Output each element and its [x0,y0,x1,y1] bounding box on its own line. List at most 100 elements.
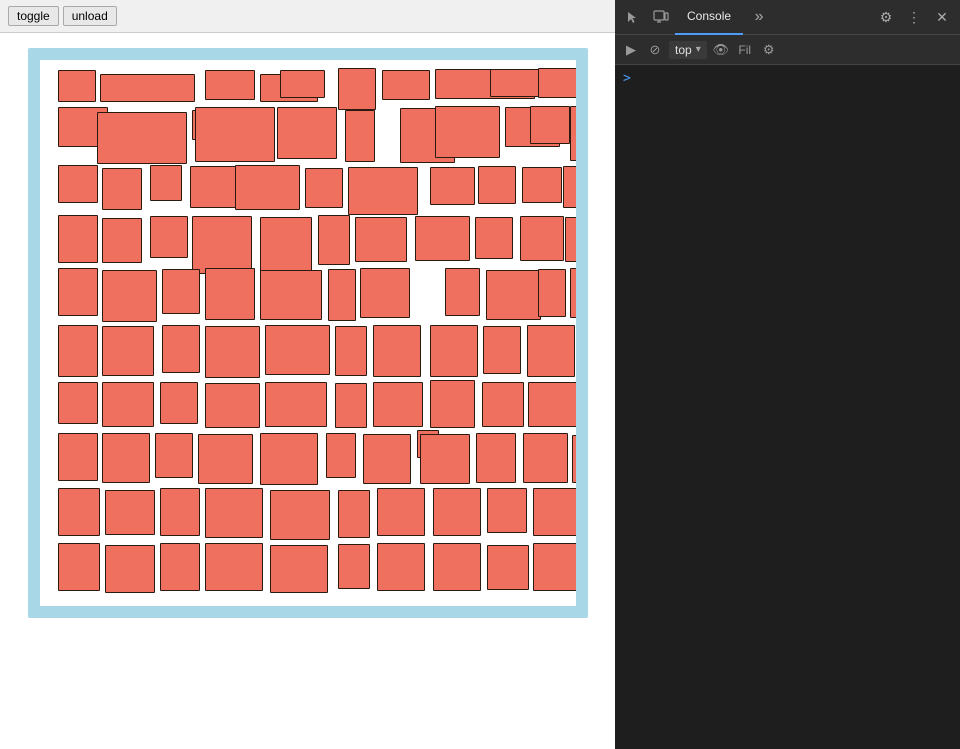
canvas-rect [58,165,98,203]
canvas-rect [487,488,527,533]
canvas-rect [538,68,576,98]
canvas-rect [260,433,318,485]
canvas-rect [533,488,576,536]
canvas-rect [265,382,327,427]
canvas-rect [570,268,576,318]
canvas-rect [476,433,516,483]
canvas-rect [205,70,255,100]
canvas-rect [572,435,576,483]
canvas-rect [382,70,430,100]
toggle-button[interactable]: toggle [8,6,59,26]
canvas-rect [160,382,198,424]
canvas-rect [195,107,275,162]
canvas-rect [430,380,475,428]
canvas-rect [487,545,529,590]
canvas-area [0,33,615,638]
canvas-rect [377,488,425,536]
canvas-rect [570,106,576,161]
block-icon[interactable]: ⊘ [645,40,665,60]
canvas-rect [373,382,423,427]
unload-button[interactable]: unload [63,6,117,26]
canvas-rect [205,543,263,591]
canvas-rect [160,488,200,536]
canvas-rect [58,433,98,481]
canvas-rect [530,106,570,144]
canvas-rect [338,490,370,538]
canvas-rect [205,268,255,320]
canvas-rect [445,268,480,316]
devtools-console[interactable]: > [615,65,960,749]
context-selector[interactable]: top ▾ [669,41,707,59]
canvas-rect [150,165,182,201]
canvas-rect [58,215,98,263]
canvas-rect [483,326,521,374]
console-prompt: > [623,71,631,86]
canvas-rect [58,70,96,102]
canvas-rect [528,382,576,427]
canvas-rect [260,270,322,320]
menu-icon[interactable]: ⋮ [900,3,928,31]
canvas-rect [102,433,150,483]
canvas-rect [305,168,343,208]
canvas-rect [435,106,500,158]
canvas-rect [97,112,187,164]
devtools-toolbar: ▶ ⊘ top ▾ 👁 Fil ⚙ [615,35,960,65]
canvas-rect [260,217,312,272]
canvas-rect [58,543,100,591]
canvas-rect [162,269,200,314]
canvas-rect [160,543,200,591]
play-icon[interactable]: ▶ [621,40,641,60]
more-tabs-button[interactable]: » [745,3,773,31]
canvas-rect [373,325,421,377]
canvas-rect [318,215,350,265]
canvas-rect [150,216,188,258]
canvas-rect [415,216,470,261]
canvas-rect [102,326,154,376]
canvas-rect [105,490,155,535]
left-panel: toggle unload [0,0,615,749]
canvas-rect [482,382,524,427]
close-icon[interactable]: ✕ [928,3,956,31]
canvas-rect [377,543,425,591]
devtools-tabs: Console » ⚙ ⋮ ✕ [615,0,960,35]
canvas-rect [486,270,541,320]
canvas-rect [538,269,566,317]
devtools-panel: Console » ⚙ ⋮ ✕ ▶ ⊘ top ▾ 👁 Fil ⚙ > [615,0,960,749]
canvas-rect [433,543,481,591]
canvas-rect [192,216,252,274]
canvas-rect [475,217,513,259]
canvas-rect [277,107,337,159]
canvas-rect [102,270,157,322]
canvas-rect [270,545,328,593]
canvas-rect [58,382,98,424]
canvas-rect [326,433,356,478]
canvas-rect [280,70,325,98]
canvas-frame [28,48,588,618]
filter-label[interactable]: Fil [735,40,755,60]
device-icon[interactable] [647,3,675,31]
gear-icon[interactable]: ⚙ [759,40,779,60]
canvas-rect [102,218,142,263]
canvas-rect [100,74,195,102]
canvas-rect [162,325,200,373]
canvas-rect [338,68,376,110]
canvas-rect [520,216,564,261]
cursor-icon[interactable] [619,3,647,31]
eye-icon[interactable]: 👁 [711,40,731,60]
context-label: top [675,43,692,57]
canvas-rect [338,544,370,589]
canvas-rect [420,434,470,484]
canvas-rect [235,165,300,210]
settings-icon[interactable]: ⚙ [872,3,900,31]
canvas-rect [348,167,418,215]
canvas-rect [433,488,481,536]
canvas-rect [563,166,576,208]
canvas-rect [58,325,98,377]
canvas-inner [40,60,576,606]
chevron-down-icon: ▾ [696,44,701,55]
canvas-rect [355,217,407,262]
tab-console[interactable]: Console [675,0,743,35]
toolbar: toggle unload [0,0,615,33]
canvas-rect [522,167,562,203]
canvas-rect [345,110,375,162]
